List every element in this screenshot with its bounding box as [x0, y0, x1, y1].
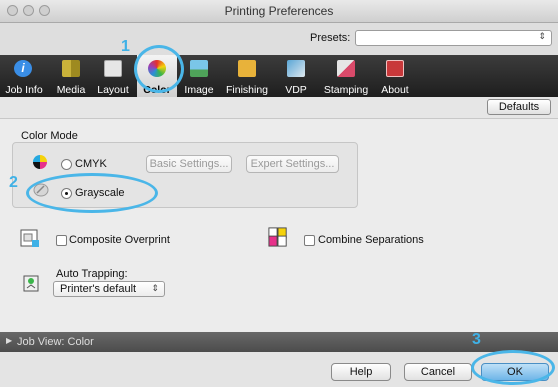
finishing-icon [238, 60, 256, 77]
tab-label: Media [56, 84, 86, 96]
callout-number: 2 [9, 174, 18, 191]
tab-media[interactable]: Media [52, 55, 90, 97]
defaults-button[interactable]: Defaults [487, 99, 551, 115]
updown-arrows-icon: ⇕ [151, 283, 159, 293]
tab-label: About [381, 84, 409, 96]
combine-separations-icon [268, 227, 287, 247]
tab-job-info[interactable]: i Job Info [0, 55, 48, 97]
help-button[interactable]: Help [331, 363, 391, 381]
combine-separations-label: Combine Separations [318, 234, 424, 246]
callout-ring-color-tab [134, 45, 184, 93]
tab-label: Image [184, 84, 214, 96]
info-icon: i [14, 60, 32, 77]
auto-trapping-dropdown[interactable]: Printer's default ⇕ [53, 281, 165, 297]
composite-overprint-checkbox[interactable] [56, 235, 67, 246]
tab-finishing[interactable]: Finishing [222, 55, 272, 97]
combine-separations-checkbox[interactable] [304, 235, 315, 246]
basic-settings-button[interactable]: Basic Settings... [146, 155, 232, 173]
presets-dropdown[interactable]: ⇕ [355, 30, 552, 46]
callout-number: 1 [121, 38, 130, 55]
callout-number: 3 [472, 331, 481, 348]
tab-stamping[interactable]: Stamping [319, 55, 373, 97]
expert-settings-button[interactable]: Expert Settings... [246, 155, 339, 173]
tab-label: Job Info [5, 84, 43, 96]
title-bar: Printing Preferences [0, 0, 558, 23]
cmyk-radio[interactable] [61, 159, 72, 170]
job-view-label: Job View: Color [17, 336, 94, 348]
auto-trapping-value: Printer's default [60, 283, 137, 295]
composite-overprint-icon [20, 229, 39, 247]
presets-bar: Presets: ⇕ [0, 23, 558, 55]
presets-label: Presets: [310, 32, 351, 44]
layout-icon [104, 60, 122, 77]
image-icon [190, 60, 208, 77]
cmyk-icon [33, 155, 47, 169]
callout-ring-grayscale [26, 173, 158, 213]
auto-trapping-label: Auto Trapping: [56, 268, 128, 280]
tab-label: Finishing [225, 84, 269, 96]
vdp-icon [287, 60, 305, 77]
stamping-icon [337, 60, 355, 77]
callout-ring-ok [471, 350, 555, 385]
toolbar: i Job Info Media Layout Color Image Fini… [0, 55, 558, 97]
tab-label: VDP [285, 84, 307, 96]
tab-layout[interactable]: Layout [94, 55, 132, 97]
tab-label: Stamping [323, 84, 369, 96]
window-title: Printing Preferences [224, 4, 334, 18]
cmyk-label: CMYK [75, 158, 107, 170]
tab-label: Layout [97, 84, 129, 96]
tab-vdp[interactable]: VDP [280, 55, 312, 97]
defaults-row: Defaults [0, 97, 558, 119]
updown-arrows-icon: ⇕ [538, 31, 546, 41]
color-mode-title: Color Mode [21, 130, 78, 142]
about-icon [386, 60, 404, 77]
disclosure-triangle-icon: ▶ [6, 336, 13, 345]
auto-trapping-icon [23, 275, 39, 292]
tab-about[interactable]: About [377, 55, 413, 97]
composite-overprint-label: Composite Overprint [69, 234, 170, 246]
cancel-button[interactable]: Cancel [404, 363, 472, 381]
tab-image[interactable]: Image [181, 55, 217, 97]
media-icon [62, 60, 80, 77]
